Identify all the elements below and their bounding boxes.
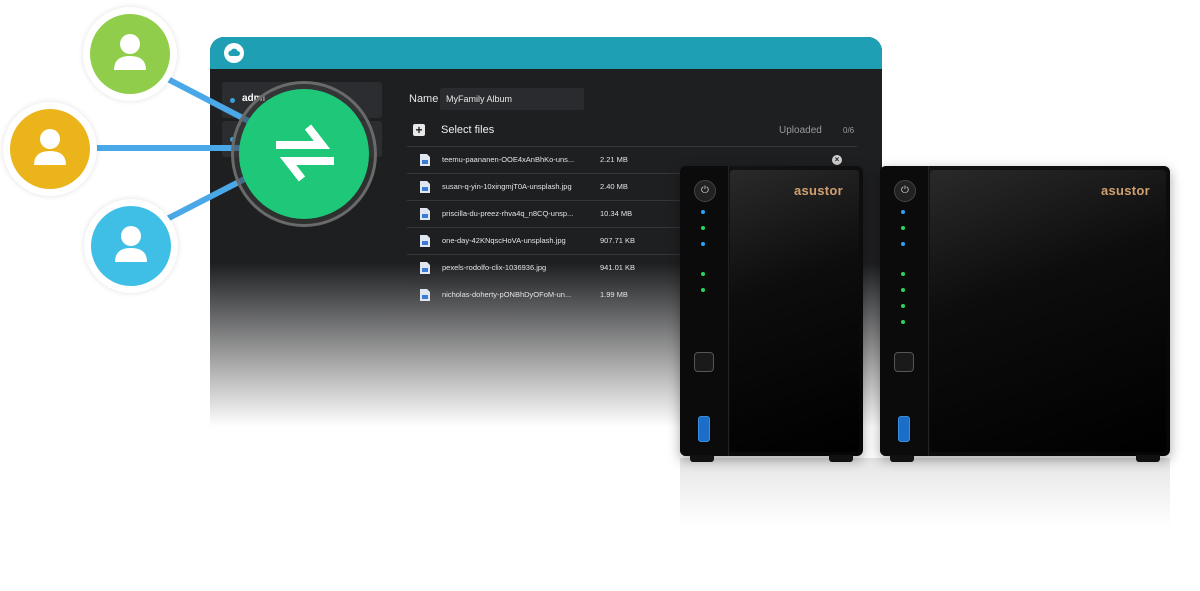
led-indicator (901, 210, 905, 214)
user-avatar-yellow[interactable] (3, 102, 97, 196)
user-icon (90, 14, 170, 94)
led-indicator (901, 288, 905, 292)
user-icon (91, 206, 171, 286)
nas-face: asustor (930, 170, 1166, 452)
brand-logo: asustor (1100, 183, 1150, 198)
nas-device: ⏻ asustor (680, 166, 863, 462)
usb-port (698, 416, 710, 442)
nas-front-panel: ⏻ (880, 166, 929, 456)
user-icon (10, 109, 90, 189)
device-reflection (680, 458, 1170, 528)
led-indicator (701, 242, 705, 246)
device-foot (690, 455, 714, 462)
device-foot (829, 455, 853, 462)
led-indicator (901, 320, 905, 324)
led-indicator (901, 304, 905, 308)
nas-device: ⏻ asustor (880, 166, 1170, 462)
device-foot (1136, 455, 1160, 462)
nas-front-panel: ⏻ (680, 166, 729, 456)
power-icon[interactable]: ⏻ (694, 180, 716, 202)
brand-logo: asustor (793, 183, 843, 198)
led-indicator (901, 226, 905, 230)
nas-face: asustor (730, 170, 859, 452)
copy-button[interactable] (894, 352, 914, 372)
user-avatar-green[interactable] (83, 7, 177, 101)
led-indicator (701, 210, 705, 214)
led-indicator (701, 272, 705, 276)
transfer-arrows-icon (276, 124, 334, 182)
user-avatar-blue[interactable] (84, 199, 178, 293)
transfer-button[interactable] (239, 89, 369, 219)
usb-port (898, 416, 910, 442)
power-icon[interactable]: ⏻ (894, 180, 916, 202)
copy-button[interactable] (694, 352, 714, 372)
led-indicator (701, 226, 705, 230)
led-indicator (901, 242, 905, 246)
device-foot (890, 455, 914, 462)
led-indicator (701, 288, 705, 292)
led-indicator (901, 272, 905, 276)
